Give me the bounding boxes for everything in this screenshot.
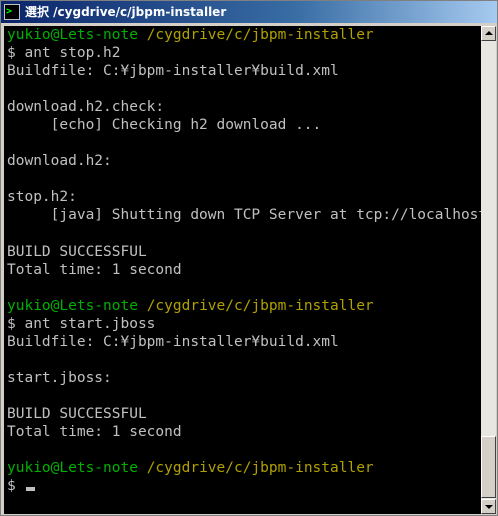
terminal-line: Total time: 1 second [7,261,481,279]
scroll-up-button[interactable] [481,26,496,41]
output-text: Total time: 1 second [7,261,182,278]
output-text: [java] Shutting down TCP Server at tcp:/… [7,207,481,224]
prompt-path: /cygdrive/c/jbpm-installer [146,460,374,477]
output-text: $ [7,478,25,495]
terminal-line: [java] Shutting down TCP Server at tcp:/… [7,206,481,224]
output-text: Buildfile: C:¥jbpm-installer¥build.xml [7,63,339,80]
output-text: $ ant start.jboss [7,315,156,332]
terminal-line: $ ant stop.h2 [7,44,481,62]
terminal-line: yukio@Lets-note /cygdrive/c/jbpm-install… [7,297,481,315]
arrow-up-icon [485,31,493,35]
output-text: BUILD SUCCESSFUL [7,405,147,422]
terminal-line: [echo] Checking h2 download ... [7,116,481,134]
terminal-line: yukio@Lets-note /cygdrive/c/jbpm-install… [7,459,481,477]
terminal-line: $ ant start.jboss [7,315,481,333]
output-text: download.h2.check: [7,99,165,116]
terminal-line: BUILD SUCCESSFUL [7,243,481,261]
terminal-line: yukio@Lets-note /cygdrive/c/jbpm-install… [7,26,481,44]
prompt-path: /cygdrive/c/jbpm-installer [146,297,374,314]
vertical-scrollbar[interactable] [481,26,496,514]
terminal-screen[interactable]: yukio@Lets-note /cygdrive/c/jbpm-install… [4,26,481,514]
terminal-line: start.jboss: [7,369,481,387]
output-text: start.jboss: [7,369,112,386]
terminal-icon[interactable]: > [4,4,20,20]
title-bar[interactable]: > 選択 /cygdrive/c/jbpm-installer [1,1,497,23]
window-title: 選択 /cygdrive/c/jbpm-installer [25,5,227,19]
output-text: BUILD SUCCESSFUL [7,243,147,260]
scroll-down-button[interactable] [481,499,496,514]
arrow-down-icon [485,505,493,509]
terminal-line: Buildfile: C:¥jbpm-installer¥build.xml [7,333,481,351]
output-text: Buildfile: C:¥jbpm-installer¥build.xml [7,333,339,350]
output-text: $ ant stop.h2 [7,45,121,62]
terminal-line: Buildfile: C:¥jbpm-installer¥build.xml [7,62,481,80]
output-text: stop.h2: [7,189,77,206]
output-text: Total time: 1 second [7,424,182,441]
terminal-line: $ [7,477,481,495]
terminal-line: download.h2.check: [7,98,481,116]
terminal-line: stop.h2: [7,188,481,206]
terminal-line: BUILD SUCCESSFUL [7,405,481,423]
prompt-user-host: yukio@Lets-note [7,27,138,43]
prompt-user-host: yukio@Lets-note [7,297,138,314]
output-text: download.h2: [7,153,112,170]
terminal-output: yukio@Lets-note /cygdrive/c/jbpm-install… [7,26,481,495]
terminal-window: > 選択 /cygdrive/c/jbpm-installer yukio@Le… [0,0,498,516]
scrollbar-thumb[interactable] [481,436,496,498]
prompt-path: /cygdrive/c/jbpm-installer [146,27,374,43]
text-cursor [26,487,36,492]
terminal-line: Total time: 1 second [7,423,481,441]
prompt-user-host: yukio@Lets-note [7,460,138,477]
output-text: [echo] Checking h2 download ... [7,117,322,134]
terminal-line: download.h2: [7,152,481,170]
